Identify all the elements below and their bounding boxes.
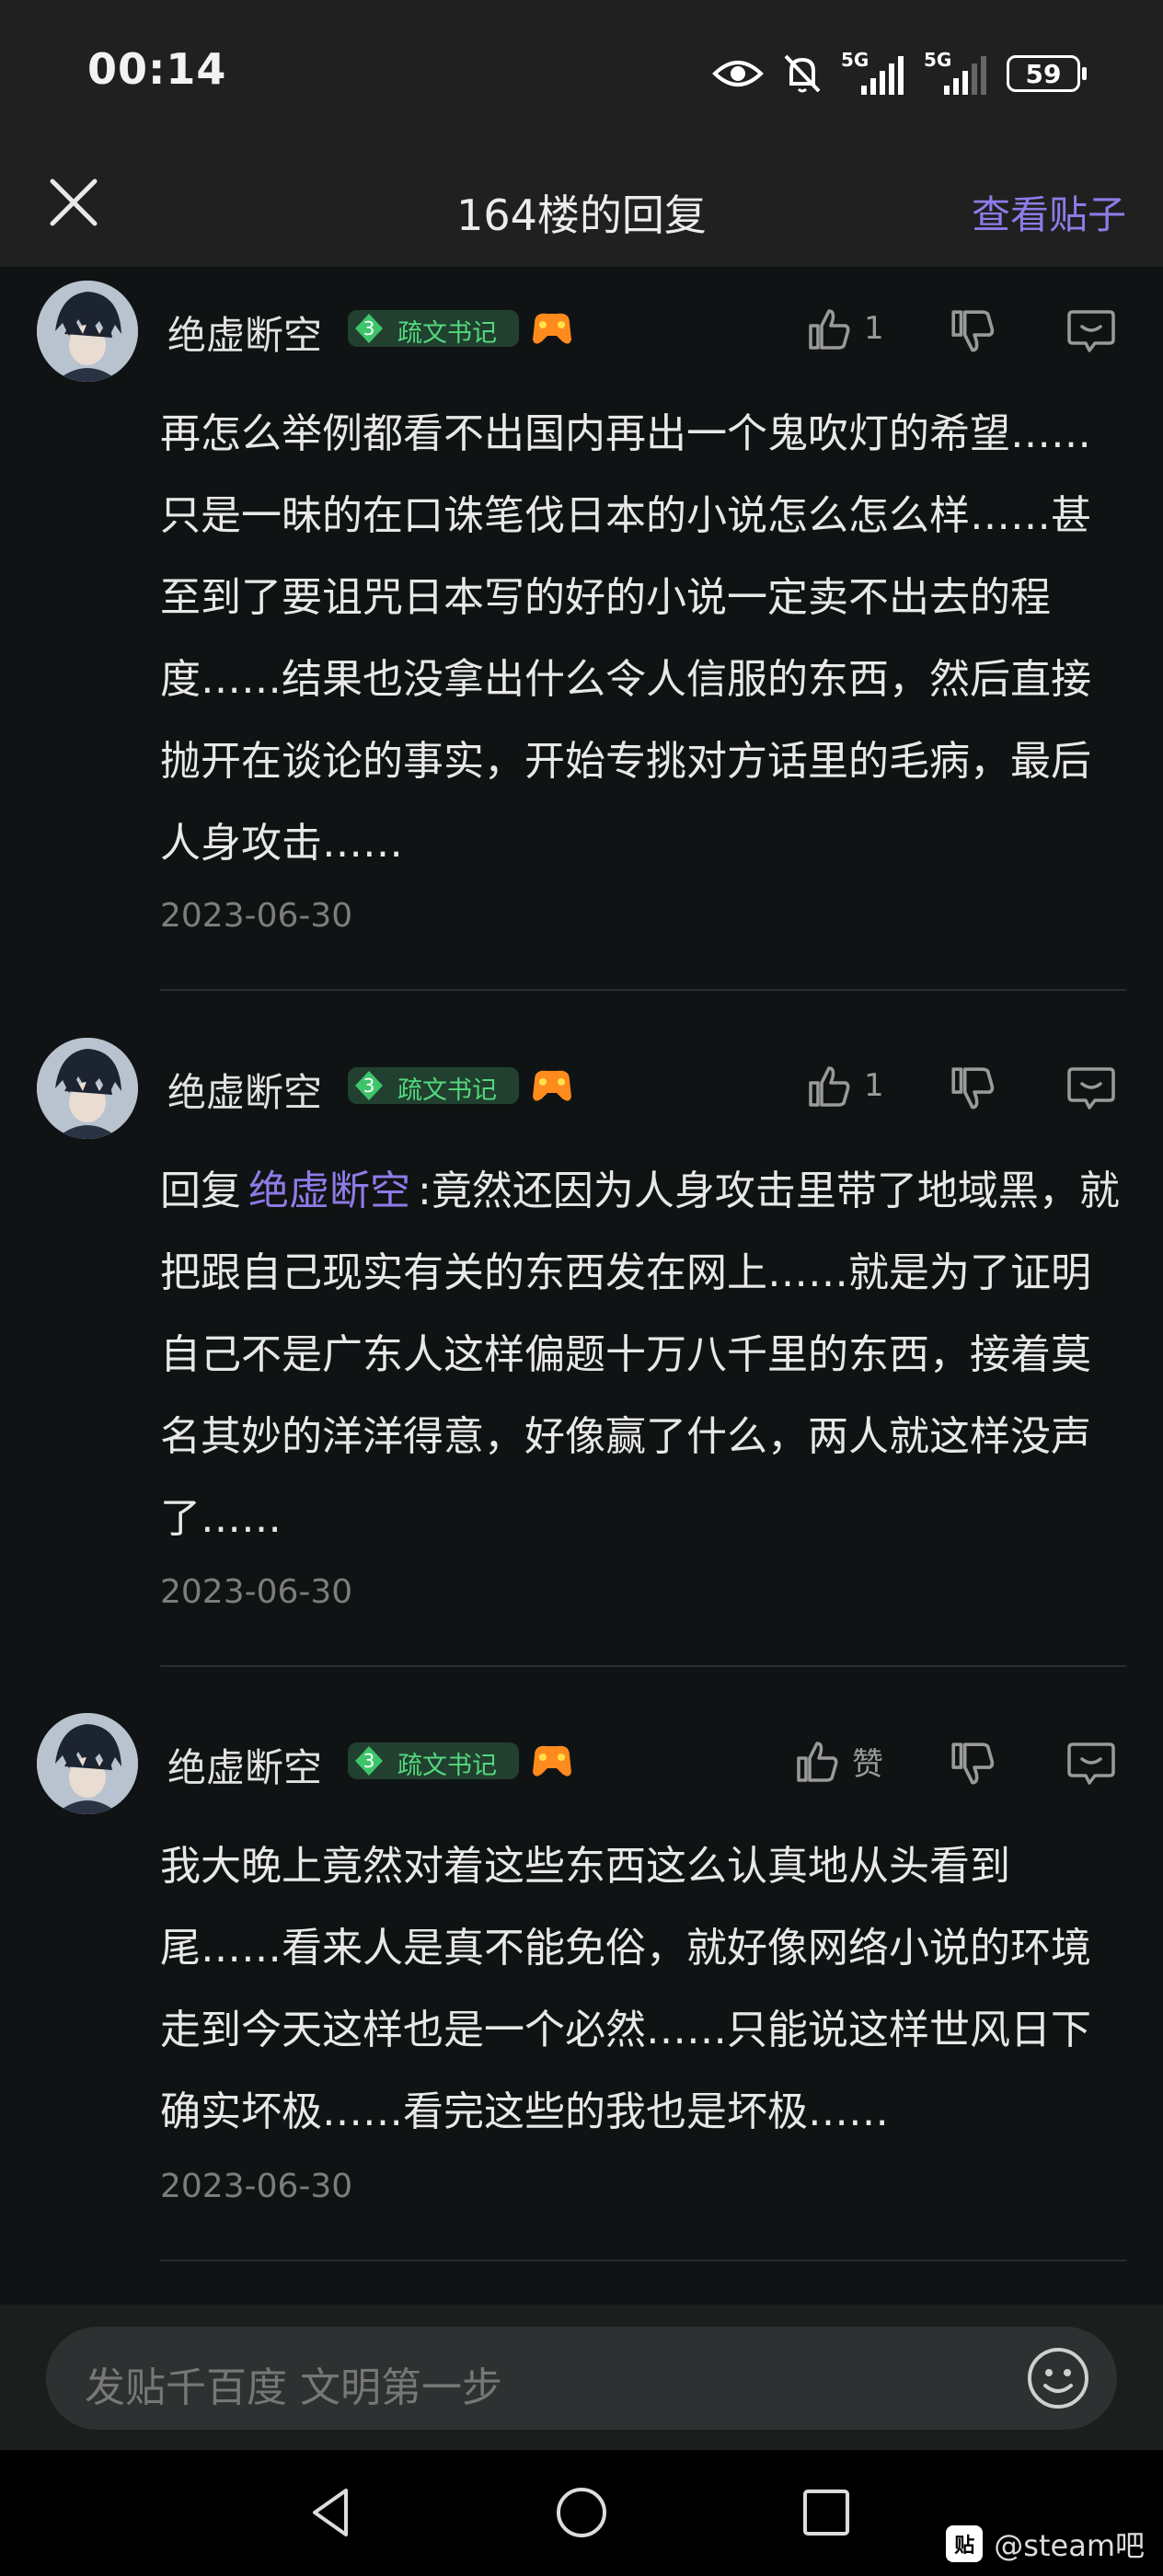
reply-date: 2023-06-30 [160,897,353,935]
home-icon[interactable] [552,2483,611,2542]
level-number: 3 [363,1075,375,1097]
signal-icon: 5G [841,49,905,97]
reply-item: 绝虚断空 3 疏文书记 1 回复 绝虚断空:竟然还因为人身攻击里带了地域黑，就把跟… [0,1038,1163,1673]
input-placeholder: 发贴千百度 文明第一步 [85,2364,502,2411]
status-bar: 00:14 5G 5G 59 [0,0,1163,147]
like-button[interactable]: 1 [805,1058,884,1113]
comment-icon[interactable] [1065,1737,1117,1788]
tieba-logo-icon: 贴 [946,2525,984,2562]
gamepad-icon [533,313,571,344]
avatar[interactable] [37,1038,138,1139]
level-number: 3 [363,1750,375,1772]
signal-icon-2: 5G [924,49,988,97]
like-count: 1 [864,310,884,347]
back-icon[interactable] [304,2483,363,2542]
reply-body: :竟然还因为人身攻击里带了地域黑，就把跟自己现实有关的东西发在网上……就是为了证… [160,1167,1120,1542]
badge-name: 疏文书记 [397,1752,497,1780]
comment-icon[interactable] [1065,1062,1117,1113]
level-number: 3 [363,317,375,339]
level-shield-icon: 3 [355,314,383,343]
reply-item: 绝虚断空 3 疏文书记 1 再怎么举例都看不出国内再出一个鬼吹灯的希望……只是一… [0,281,1163,994]
mute-bell-icon [784,54,821,93]
like-button[interactable]: 1 [805,301,884,356]
divider [160,989,1126,991]
reply-text: 再怎么举例都看不出国内再出一个鬼吹灯的希望……只是一昧的在口诛笔伐日本的小说怎么… [160,410,1091,867]
reply-prefix: 回复 [160,1167,241,1214]
level-badge: 3 疏文书记 [348,1067,519,1105]
badge-name: 疏文书记 [397,1076,497,1105]
level-shield-icon: 3 [355,1746,383,1776]
avatar[interactable] [37,281,138,382]
reply-item: 绝虚断空 3 疏文书记 赞 我大晚上竟然对着这些东西这么认真地从头看到尾……看来… [0,1713,1163,2265]
divider [160,1665,1126,1667]
gamepad-icon [533,1070,571,1101]
reply-input-bar: 发贴千百度 文明第一步 [0,2305,1163,2450]
gamepad-icon [533,1745,571,1777]
thumbs-up-icon [809,309,850,350]
reply-text: 回复 绝虚断空:竟然还因为人身攻击里带了地域黑，就把跟自己现实有关的东西发在网上…… [160,1150,1126,1559]
watermark: 贴 @steam吧 [946,2523,1145,2565]
like-count: 1 [864,1067,884,1104]
like-button[interactable]: 赞 [793,1733,883,1788]
battery-icon: 59 [1007,55,1087,92]
thumbs-up-icon [797,1742,838,1782]
reply-text: 我大晚上竟然对着这些东西这么认真地从头看到尾……看来人是真不能免俗，就好像网络小… [160,1843,1091,2135]
watermark-text: @steam吧 [994,2528,1145,2563]
status-time: 00:14 [87,44,227,94]
recent-apps-icon[interactable] [797,2483,856,2542]
like-label: 赞 [852,1745,883,1783]
level-badge: 3 疏文书记 [348,310,519,348]
reply-date: 2023-06-30 [160,2168,353,2205]
reply-input[interactable]: 发贴千百度 文明第一步 [46,2327,1117,2430]
username[interactable]: 绝虚断空 [167,1062,322,1118]
thumbs-down-icon[interactable] [948,1064,999,1115]
header: 164楼的回复 查看贴子 [0,147,1163,267]
avatar[interactable] [37,1713,138,1814]
divider [160,2260,1126,2261]
level-badge: 3 疏文书记 [348,1742,519,1780]
username[interactable]: 绝虚断空 [167,305,322,361]
battery-level: 59 [1025,58,1062,89]
reply-date: 2023-06-30 [160,1573,353,1611]
username[interactable]: 绝虚断空 [167,1737,322,1793]
thumbs-down-icon[interactable] [948,1739,999,1790]
badge-name: 疏文书记 [397,319,497,348]
view-post-link[interactable]: 查看贴子 [972,184,1126,240]
thumbs-down-icon[interactable] [948,306,999,358]
mention-link[interactable]: 绝虚断空 [248,1167,410,1214]
thumbs-up-icon [809,1066,850,1107]
status-icons: 5G 5G 59 [712,46,1087,101]
emoji-icon[interactable] [1025,2345,1091,2411]
comment-icon[interactable] [1065,305,1117,356]
level-shield-icon: 3 [355,1071,383,1100]
eye-icon [712,61,764,86]
